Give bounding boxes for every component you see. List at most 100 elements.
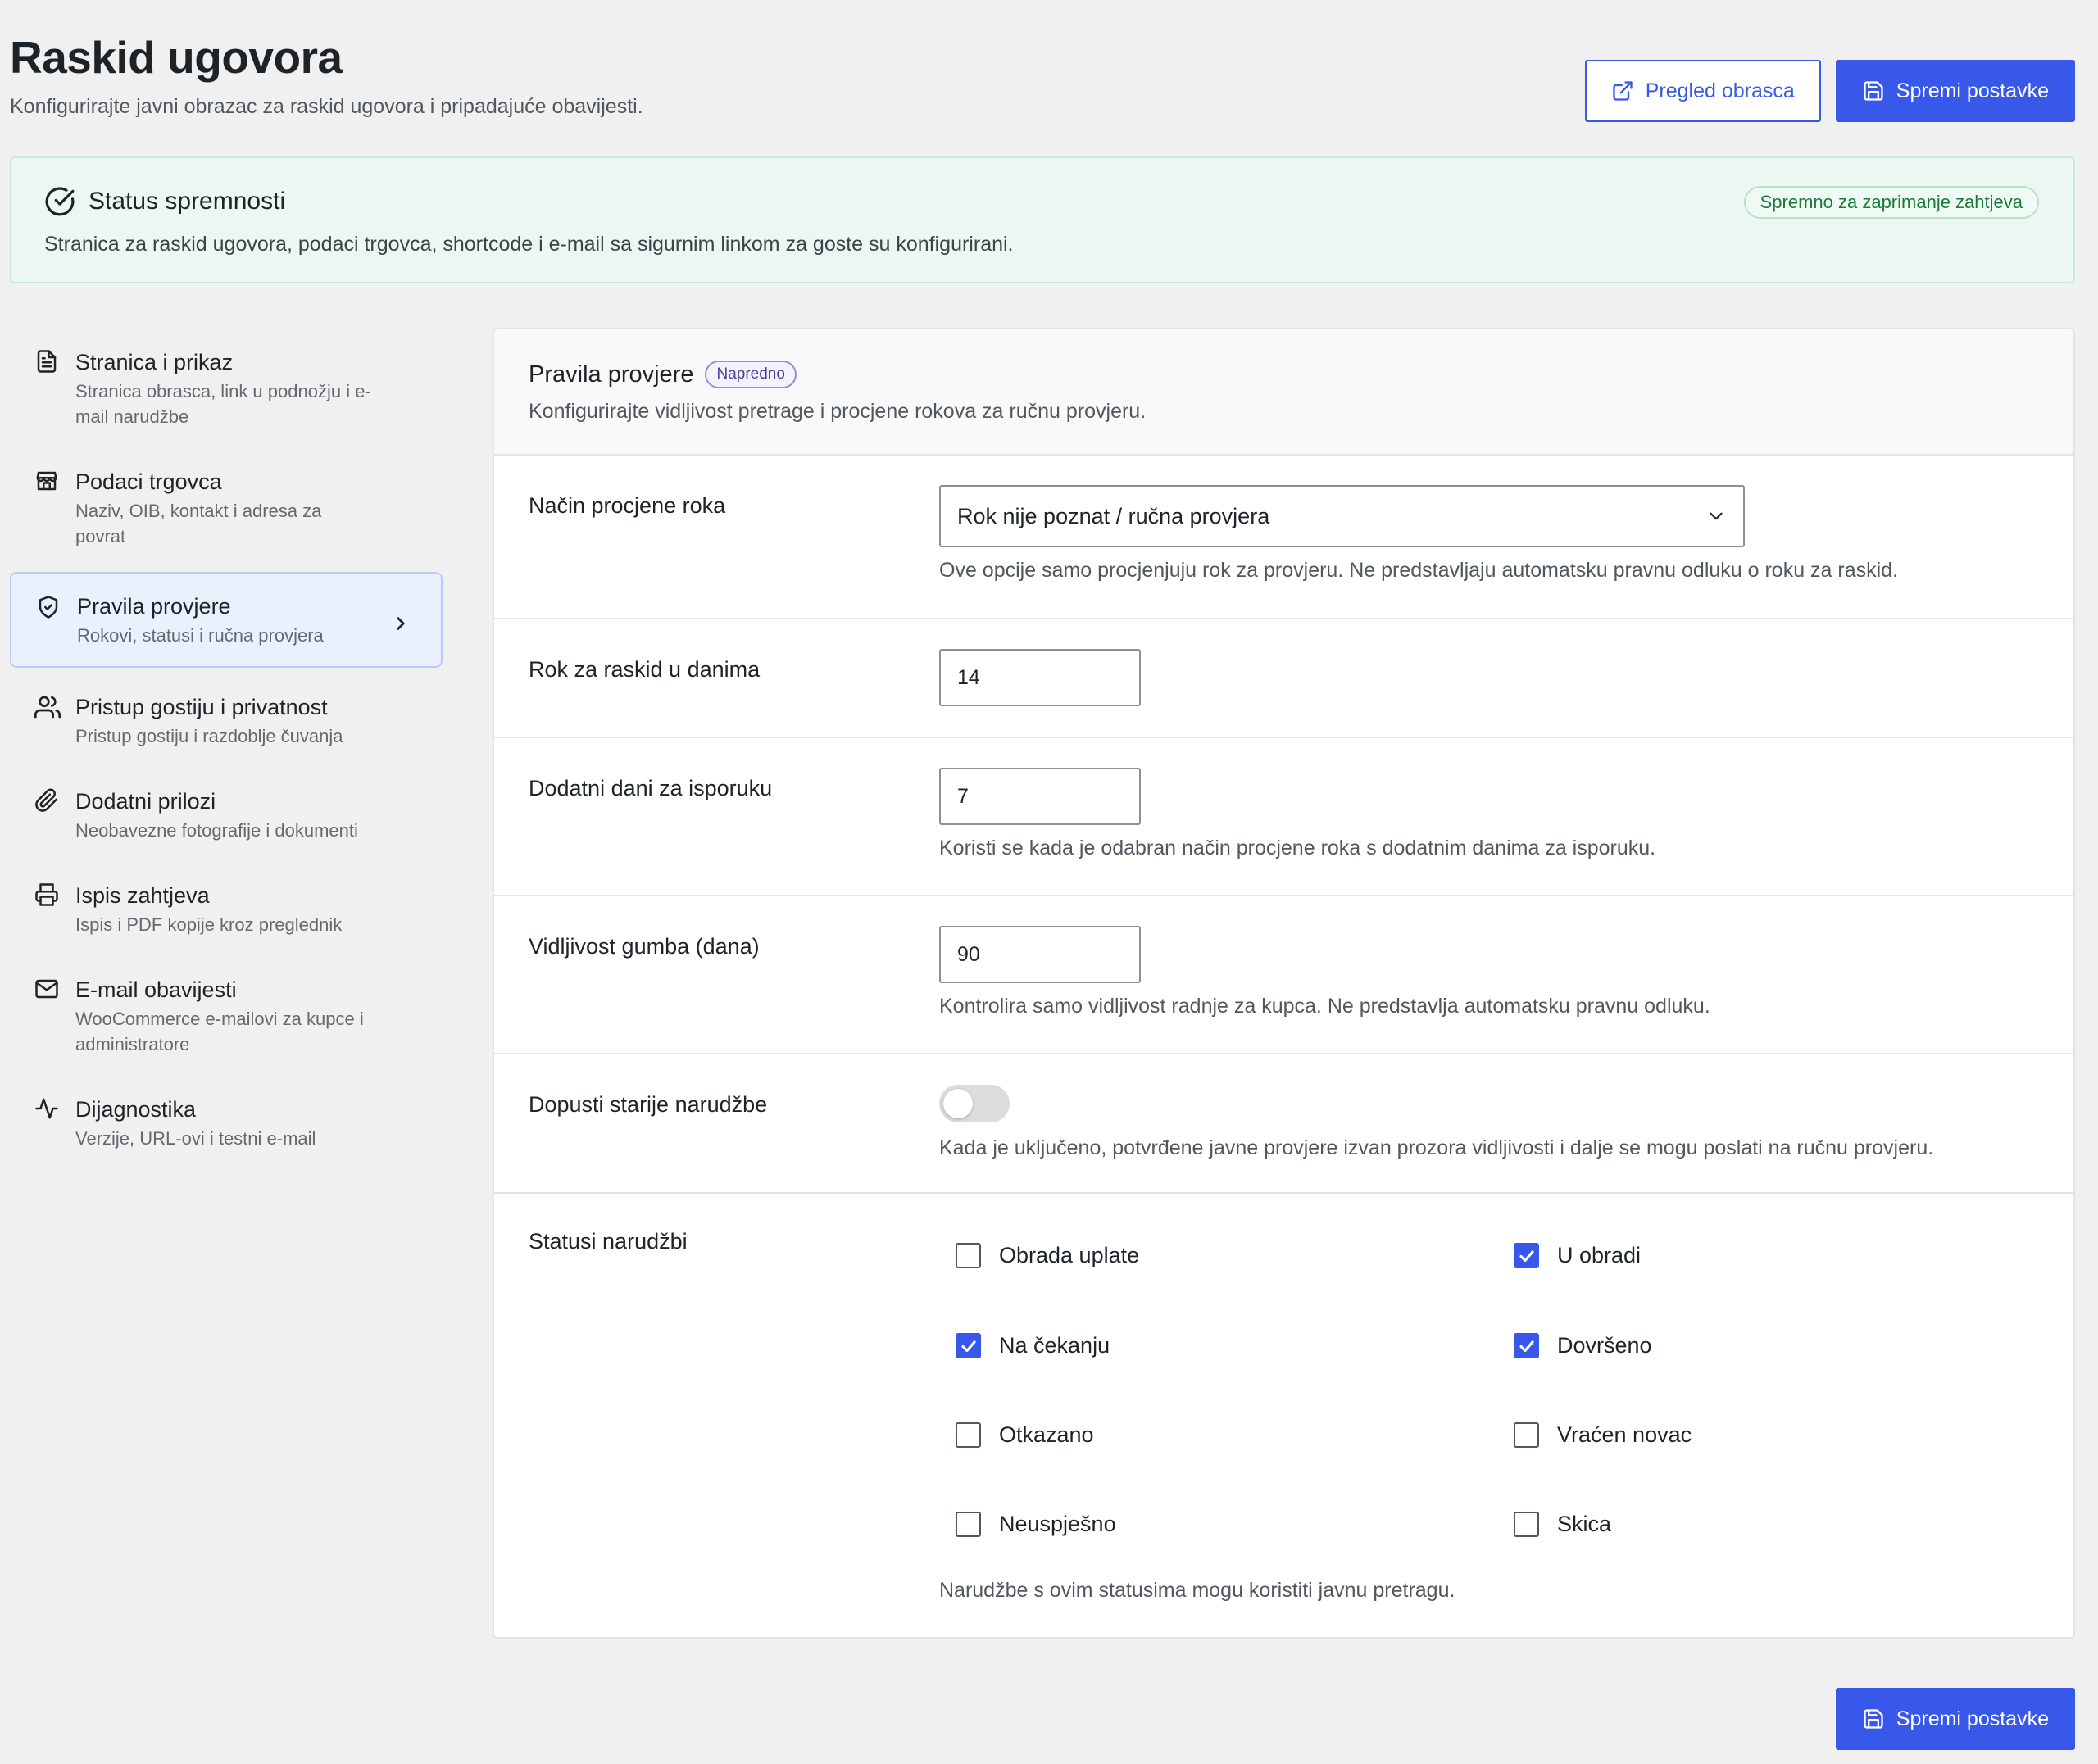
delivery-days-label: Dodatni dani za isporuku	[529, 776, 773, 800]
sidebar-item-title: Dodatni prilozi	[75, 789, 216, 814]
checkbox[interactable]	[1514, 1243, 1539, 1268]
button-visibility-row: Vidljivost gumba (dana) 90 Kontrolira sa…	[494, 896, 2073, 1054]
chevron-down-icon	[1705, 506, 1727, 527]
allow-old-orders-help: Kada je uključeno, potvrđene javne provj…	[939, 1136, 1934, 1159]
checkbox[interactable]	[1514, 1422, 1539, 1448]
allow-old-orders-toggle[interactable]	[939, 1085, 1010, 1122]
deadline-mode-label: Način procjene roka	[529, 493, 726, 518]
status-checkbox-item[interactable]: Dovršeno	[1514, 1333, 1652, 1358]
status-text: Stranica za raskid ugovora, podaci trgov…	[44, 233, 1014, 256]
checkbox-label: Otkazano	[999, 1422, 1094, 1447]
readiness-status-banner: Status spremnosti Stranica za raskid ugo…	[10, 156, 2075, 283]
checkbox[interactable]	[1514, 1512, 1539, 1537]
sidebar-item-title: Dijagnostika	[75, 1097, 197, 1122]
deadline-mode-help: Ove opcije samo procjenjuju rok za provj…	[939, 559, 1899, 582]
preview-form-button[interactable]: Pregled obrasca	[1584, 60, 1821, 122]
sidebar-item-print[interactable]: Ispis zahtjeva Ispis i PDF kopije kroz p…	[10, 861, 443, 955]
status-badge: Spremno za zaprimanje zahtjeva	[1743, 186, 2039, 219]
sidebar-item-title: Stranica i prikaz	[75, 350, 234, 374]
mail-icon	[34, 977, 61, 1003]
order-statuses-row: Statusi narudžbi Obrada uplate U obradi …	[494, 1194, 2073, 1636]
users-icon	[34, 694, 61, 720]
deadline-mode-value: Rok nije poznat / ručna provjera	[957, 503, 1270, 528]
printer-icon	[34, 882, 61, 909]
checkmark-icon	[1519, 1340, 1534, 1352]
sidebar-item-desc: Ispis i PDF kopije kroz preglednik	[75, 914, 343, 935]
store-icon	[34, 469, 61, 495]
status-title-row: Status spremnosti	[44, 186, 285, 217]
allow-old-orders-field	[939, 1085, 1010, 1122]
status-checkbox-item[interactable]: U obradi	[1514, 1243, 1641, 1268]
termination-days-field: 14	[939, 649, 1141, 706]
button-visibility-input[interactable]: 90	[939, 926, 1141, 983]
checkbox-label: Obrada uplate	[999, 1243, 1140, 1267]
checkbox[interactable]	[956, 1422, 981, 1448]
chevron-right-icon	[390, 613, 411, 634]
sidebar-item-title: Ispis zahtjeva	[75, 883, 210, 908]
sidebar-item-desc: WooCommerce e-mailovi za kupce i adminis…	[75, 1009, 364, 1054]
save-icon	[1862, 1707, 1885, 1730]
status-checkbox-item[interactable]: Obrada uplate	[956, 1243, 1139, 1268]
status-checkbox-item[interactable]: Neuspješno	[956, 1512, 1116, 1537]
sidebar-item-desc: Rokovi, statusi i ručna provjera	[77, 625, 324, 646]
preview-form-label: Pregled obrasca	[1645, 79, 1795, 102]
button-visibility-field: 90	[939, 926, 1141, 983]
termination-days-input[interactable]: 14	[939, 649, 1141, 706]
sidebar-item-page-display[interactable]: Stranica i prikaz Stranica obrasca, link…	[10, 328, 443, 447]
deadline-mode-field: Rok nije poznat / ručna provjera	[939, 485, 1745, 547]
advanced-badge: Napredno	[705, 361, 797, 388]
footer-save-settings-button[interactable]: Spremi postavke	[1835, 1688, 2075, 1750]
termination-days-label: Rok za raskid u danima	[529, 657, 761, 682]
page-header: Raskid ugovora Konfigurirajte javni obra…	[10, 25, 2075, 131]
allow-old-orders-label: Dopusti starije narudžbe	[529, 1092, 768, 1117]
sidebar-item-email[interactable]: E-mail obavijesti WooCommerce e-mailovi …	[10, 955, 443, 1075]
allow-old-orders-row: Dopusti starije narudžbe Kada je uključe…	[494, 1054, 2073, 1194]
sidebar-item-desc: Pristup gostiju i razdoblje čuvanja	[75, 726, 343, 746]
sidebar-item-desc: Verzije, URL-ovi i testni e-mail	[75, 1128, 316, 1149]
sidebar-item-desc: Neobavezne fotografije i dokumenti	[75, 820, 358, 841]
checkbox-label: Vraćen novac	[1557, 1422, 1692, 1447]
activity-icon	[34, 1096, 61, 1122]
save-settings-button[interactable]: Spremi postavke	[1835, 60, 2075, 122]
sidebar-item-merchant-data[interactable]: Podaci trgovca Naziv, OIB, kontakt i adr…	[10, 447, 443, 567]
checkbox[interactable]	[956, 1333, 981, 1358]
termination-days-row: Rok za raskid u danima 14	[494, 619, 2073, 738]
checkbox-label: U obradi	[1557, 1243, 1642, 1267]
checkbox[interactable]	[1514, 1333, 1539, 1358]
delivery-days-input[interactable]: 7	[939, 768, 1141, 825]
deadline-mode-select[interactable]: Rok nije poznat / ručna provjera	[939, 485, 1745, 547]
status-checkbox-item[interactable]: Otkazano	[956, 1422, 1094, 1448]
sidebar-item-attachments[interactable]: Dodatni prilozi Neobavezne fotografije i…	[10, 767, 443, 861]
panel-header: Pravila provjere Napredno Konfigurirajte…	[494, 329, 2073, 456]
sidebar-item-diagnostics[interactable]: Dijagnostika Verzije, URL-ovi i testni e…	[10, 1075, 443, 1169]
sidebar-item-title: Pristup gostiju i privatnost	[75, 695, 328, 719]
checkmark-icon	[1519, 1249, 1534, 1262]
panel-title-row: Pravila provjere Napredno	[529, 361, 2039, 388]
panel-title: Pravila provjere	[529, 361, 694, 388]
delivery-days-row: Dodatni dani za isporuku 7 Koristi se ka…	[494, 738, 2073, 896]
checkmark-icon	[960, 1340, 976, 1352]
external-link-icon	[1611, 79, 1634, 102]
deadline-mode-row: Način procjene roka Rok nije poznat / ru…	[494, 456, 2073, 619]
status-checkbox-item[interactable]: Na čekanju	[956, 1333, 1110, 1358]
save-settings-label: Spremi postavke	[1896, 79, 2049, 102]
toggle-knob	[943, 1089, 973, 1118]
sidebar-item-check-rules[interactable]: Pravila provjere Rokovi, statusi i ručna…	[10, 572, 443, 668]
footer-actions: Spremi postavke	[1835, 1688, 2075, 1750]
checkbox-label: Dovršeno	[1557, 1333, 1652, 1358]
status-checkbox-item[interactable]: Vraćen novac	[1514, 1422, 1692, 1448]
checkbox-label: Na čekanju	[999, 1333, 1110, 1358]
checkbox-label: Neuspješno	[999, 1512, 1116, 1536]
checkbox[interactable]	[956, 1512, 981, 1537]
paperclip-icon	[34, 788, 61, 814]
button-visibility-label: Vidljivost gumba (dana)	[529, 934, 760, 959]
header-actions: Pregled obrasca Spremi postavke	[1584, 60, 2075, 122]
checkbox-label: Skica	[1557, 1512, 1612, 1536]
sidebar-item-title: Pravila provjere	[77, 594, 231, 619]
sidebar-item-desc: Naziv, OIB, kontakt i adresa za povrat	[75, 501, 322, 546]
checkbox[interactable]	[956, 1243, 981, 1268]
panel-description: Konfigurirajte vidljivost pretrage i pro…	[529, 400, 1147, 423]
sidebar-item-guest-privacy[interactable]: Pristup gostiju i privatnost Pristup gos…	[10, 673, 443, 767]
status-checkbox-item[interactable]: Skica	[1514, 1512, 1611, 1537]
document-icon	[34, 349, 61, 375]
